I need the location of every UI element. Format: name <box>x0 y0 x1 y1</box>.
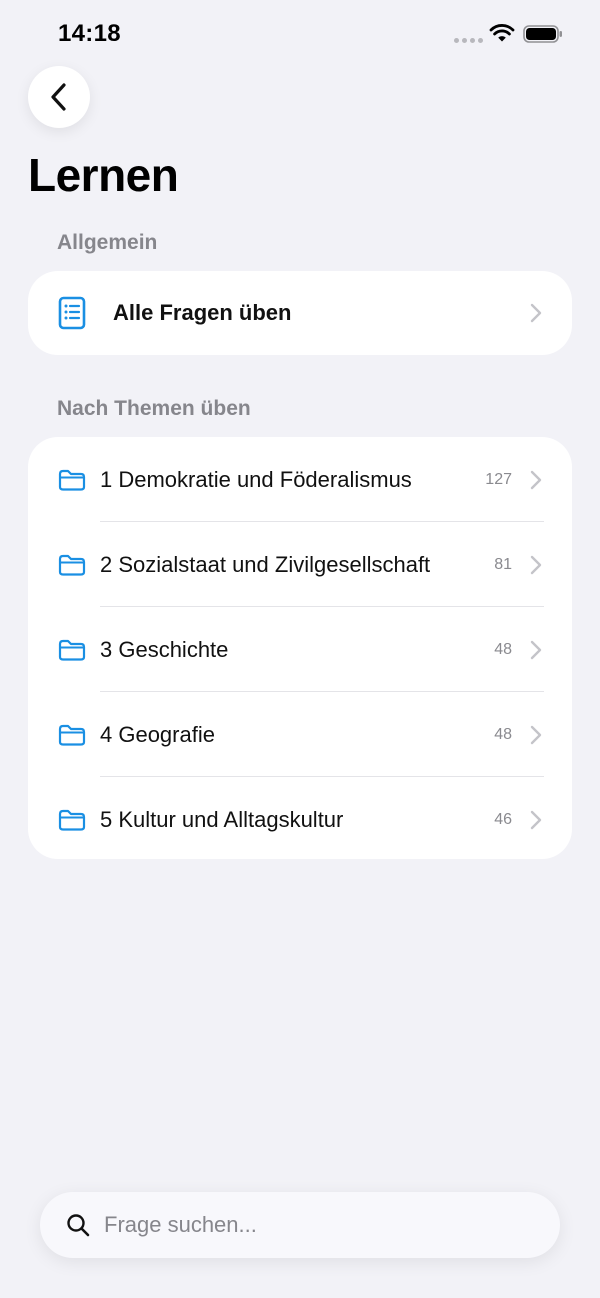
status-bar: 14:18 <box>0 0 600 66</box>
page-title: Lernen <box>28 149 179 201</box>
search-icon <box>67 1214 90 1237</box>
topic-label: 1 Demokratie und Föderalismus <box>100 466 412 492</box>
chevron-right-icon <box>530 810 542 829</box>
chevron-right-icon <box>530 303 542 323</box>
learn-screen: 14:18 Lernen Allgemein Alle Fragen üben … <box>0 0 600 1298</box>
search-input[interactable] <box>104 1192 534 1258</box>
folder-icon <box>58 639 86 661</box>
folder-icon <box>58 554 86 576</box>
list-document-icon <box>58 296 86 330</box>
section-header-general: Allgemein <box>57 231 158 254</box>
topic-label: 2 Sozialstaat und Zivilgesellschaft <box>100 551 431 577</box>
topic-item-2[interactable]: 2 Sozialstaat und Zivilgesellschaft 81 <box>28 522 572 607</box>
topic-item-1[interactable]: 1 Demokratie und Föderalismus 127 <box>28 437 572 522</box>
topics-card: 1 Demokratie und Föderalismus 127 2 Sozi… <box>28 437 572 859</box>
all-questions-label: Alle Fragen üben <box>113 300 292 325</box>
topic-item-4[interactable]: 4 Geografie 48 <box>28 692 572 777</box>
topic-label: 3 Geschichte <box>100 636 229 662</box>
question-count: 81 <box>494 555 512 573</box>
all-questions-item[interactable]: Alle Fragen üben <box>28 271 572 355</box>
question-count: 127 <box>485 470 512 488</box>
question-count: 48 <box>494 640 512 658</box>
chevron-right-icon <box>530 470 542 489</box>
chevron-right-icon <box>530 725 542 744</box>
signal-icon <box>454 38 483 43</box>
question-count: 46 <box>494 810 512 828</box>
topic-label: 5 Kultur und Alltagskultur <box>100 806 344 832</box>
search-bar <box>40 1192 560 1258</box>
topic-item-3[interactable]: 3 Geschichte 48 <box>28 607 572 692</box>
chevron-left-icon <box>51 83 66 111</box>
chevron-right-icon <box>530 640 542 659</box>
wifi-icon <box>489 24 515 42</box>
topic-label: 4 Geografie <box>100 721 215 747</box>
general-card: Alle Fragen üben <box>28 271 572 355</box>
status-time: 14:18 <box>58 20 121 47</box>
topic-item-5[interactable]: 5 Kultur und Alltagskultur 46 <box>28 777 572 862</box>
battery-icon <box>523 25 562 43</box>
section-header-topics: Nach Themen üben <box>57 397 251 420</box>
question-count: 48 <box>494 725 512 743</box>
back-button[interactable] <box>28 66 90 128</box>
folder-icon <box>58 724 86 746</box>
folder-icon <box>58 469 86 491</box>
folder-icon <box>58 809 86 831</box>
chevron-right-icon <box>530 555 542 574</box>
